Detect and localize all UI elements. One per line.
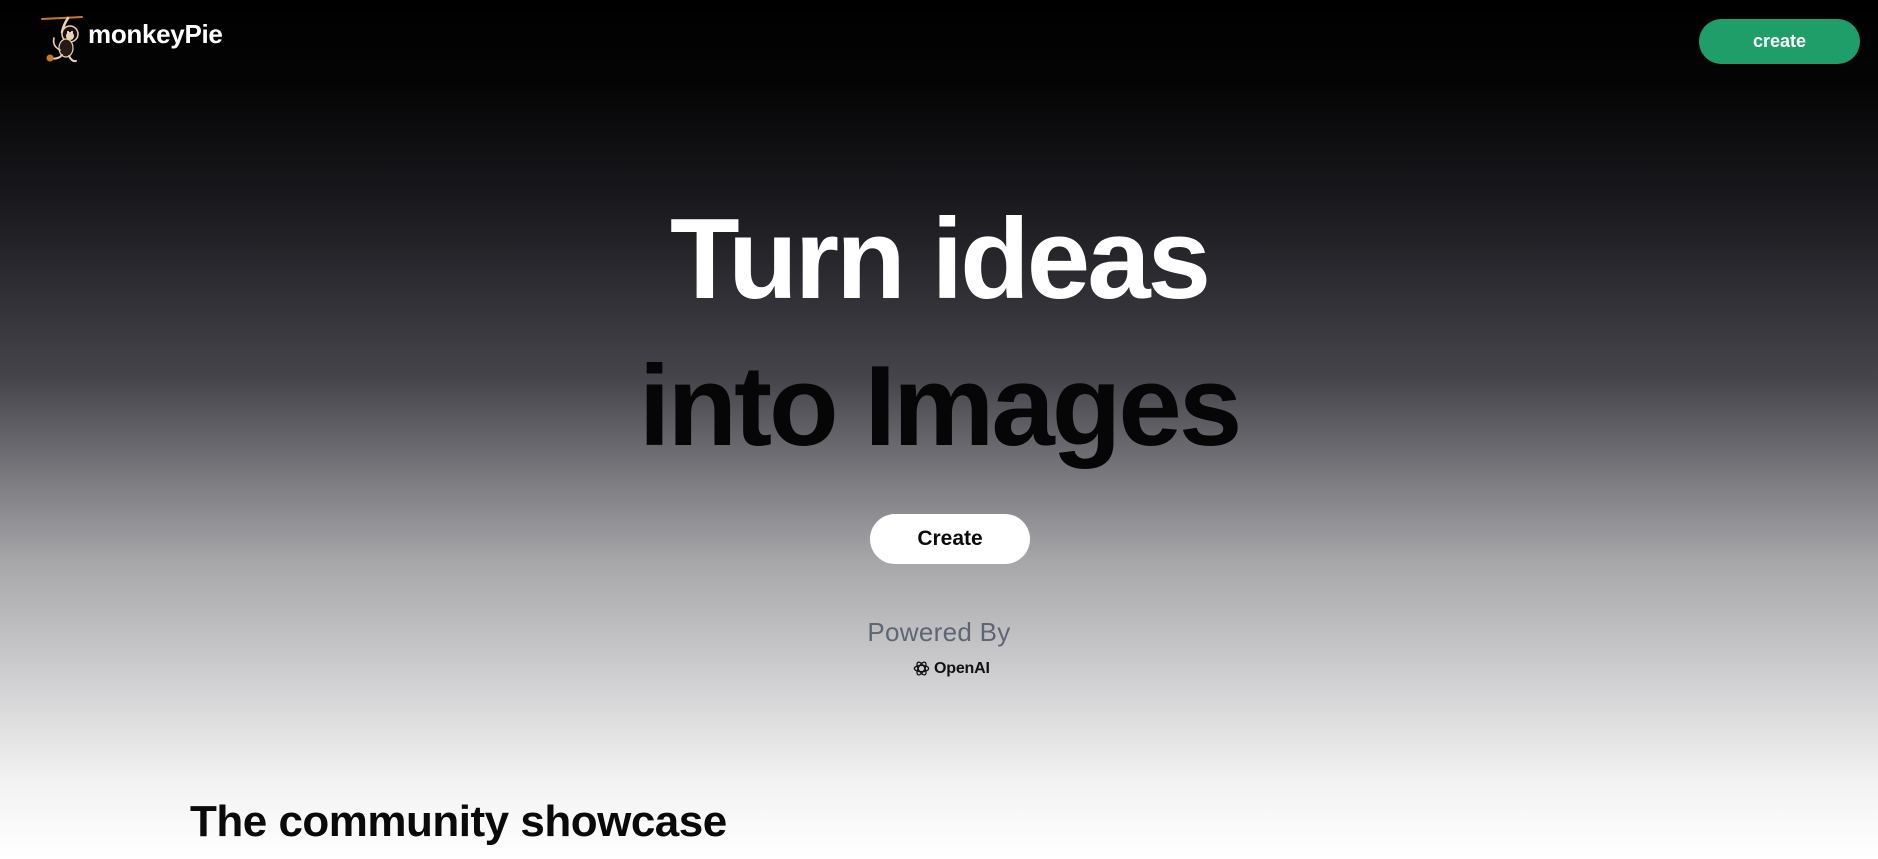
page: monkeyPie create Turn ideas into Images … — [0, 0, 1878, 859]
openai-knot-icon — [913, 661, 930, 676]
openai-name: OpenAI — [934, 659, 990, 677]
openai-badge: OpenAI — [912, 659, 990, 678]
hero-title-line-1: Turn ideas — [670, 196, 1211, 323]
brand-logo-link[interactable]: monkeyPie — [40, 14, 223, 66]
monkey-icon — [41, 16, 83, 63]
nav-create-button[interactable]: create — [1699, 19, 1860, 64]
brand-name: monkeyPie — [88, 18, 223, 49]
powered-by-label: Powered By — [867, 617, 1011, 647]
hero-create-button[interactable]: Create — [870, 514, 1030, 564]
hero-title-line-2: into Images — [638, 343, 1242, 470]
showcase-title: The community showcase — [190, 797, 727, 846]
top-nav: monkeyPie create — [0, 0, 1878, 80]
